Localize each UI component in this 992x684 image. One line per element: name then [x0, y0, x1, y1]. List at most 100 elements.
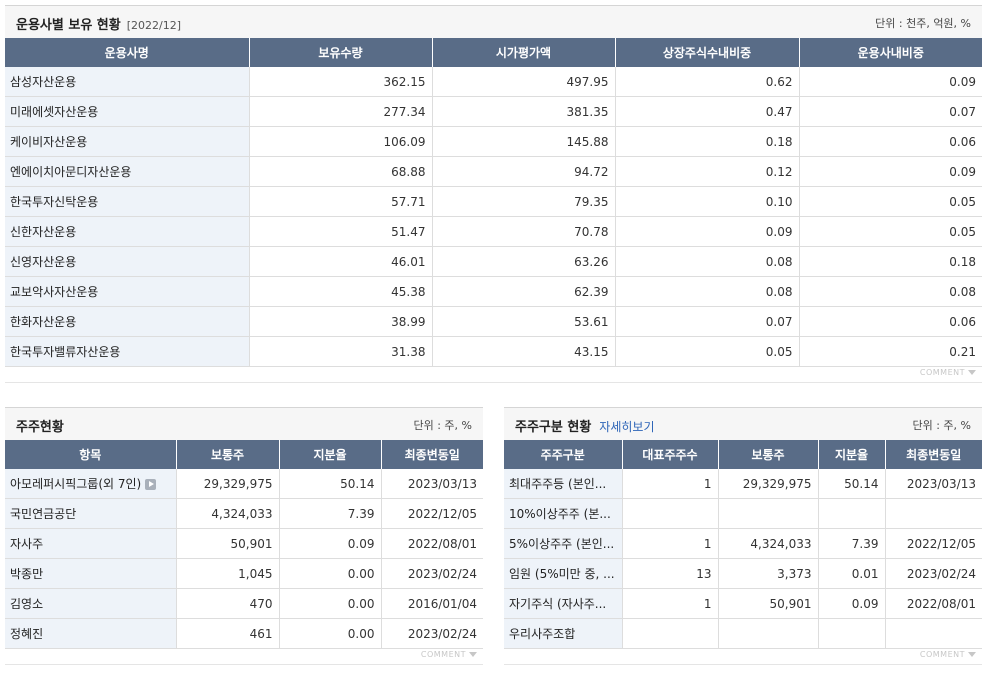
table-cell: 2022/12/05 — [885, 528, 982, 559]
comment-toggle[interactable]: COMMENT — [421, 650, 477, 659]
table-cell: 7.39 — [818, 528, 886, 559]
fund-holdings-title-text: 운용사별 보유 현황 — [16, 18, 121, 33]
column-header: 항목 — [5, 440, 177, 469]
table-cell: 0.05 — [615, 336, 800, 367]
fund-name: 케이비자산운용 — [5, 126, 250, 157]
column-header: 최종변동일 — [885, 440, 982, 469]
group-name: 임원 (5%미만 중, ... — [504, 558, 623, 589]
table-cell: 43.15 — [432, 336, 616, 367]
table-cell: 362.15 — [249, 67, 433, 97]
table-cell: 3,373 — [718, 558, 819, 589]
comment-toggle[interactable]: COMMENT — [920, 368, 976, 377]
table-cell: 94.72 — [432, 156, 616, 187]
table-cell — [718, 618, 819, 649]
table-cell: 0.10 — [615, 186, 800, 217]
table-row: 임원 (5%미만 중, ... 13 3,373 0.01 2023/02/24 — [504, 558, 982, 589]
column-header: 최종변동일 — [381, 440, 483, 469]
group-name: 자기주식 (자사주... — [504, 588, 623, 619]
table-header-row: 운용사명 보유수량 시가평가액 상장주식수내비중 운용사내비중 — [5, 38, 982, 67]
caret-down-icon — [968, 370, 976, 375]
shareholder-groups-unit: 단위 : 주, % — [912, 419, 971, 432]
comment-label: COMMENT — [919, 650, 965, 659]
fund-holdings-panel: 운용사별 보유 현황 [2022/12] 단위 : 천주, 억원, % 운용사명 … — [5, 5, 982, 383]
table-cell: 0.12 — [615, 156, 800, 187]
table-cell: 45.38 — [249, 276, 433, 307]
table-cell: 79.35 — [432, 186, 616, 217]
comment-toggle[interactable]: COMMENT — [920, 650, 976, 659]
table-cell: 0.07 — [799, 96, 982, 127]
table-cell: 1 — [622, 528, 719, 559]
table-row: 자사주 50,901 0.09 2022/08/01 — [5, 528, 483, 559]
fund-name: 삼성자산운용 — [5, 67, 250, 97]
table-row: 우리사주조합 — [504, 618, 982, 649]
table-cell: 0.18 — [615, 126, 800, 157]
comment-label: COMMENT — [919, 368, 965, 377]
table-cell: 68.88 — [249, 156, 433, 187]
expand-play-icon[interactable] — [145, 479, 157, 490]
table-row: 신영자산운용 46.01 63.26 0.08 0.18 — [5, 246, 982, 277]
shareholder-groups-footer: COMMENT — [504, 649, 982, 665]
fund-name: 교보악사자산운용 — [5, 276, 250, 307]
table-row: 삼성자산운용 362.15 497.95 0.62 0.09 — [5, 67, 982, 97]
table-row: 최대주주등 (본인... 1 29,329,975 50.14 2023/03/13 — [504, 469, 982, 499]
table-cell: 46.01 — [249, 246, 433, 277]
shareholder-name: 박종만 — [5, 558, 177, 589]
column-header: 보통주 — [176, 440, 280, 469]
table-cell: 0.09 — [799, 67, 982, 97]
column-header: 보유수량 — [249, 38, 433, 67]
table-cell: 63.26 — [432, 246, 616, 277]
group-name: 우리사주조합 — [504, 618, 623, 649]
table-cell: 0.08 — [799, 276, 982, 307]
view-details-link[interactable]: 자세히보기 — [599, 420, 654, 434]
table-cell — [885, 498, 982, 529]
table-cell — [885, 618, 982, 649]
table-cell: 470 — [176, 588, 280, 619]
table-cell: 50,901 — [718, 588, 819, 619]
table-row: 아모레퍼시픽그룹(외 7인) 29,329,975 50.14 2023/03/13 — [5, 469, 483, 499]
table-cell: 0.05 — [799, 186, 982, 217]
column-header: 대표주주수 — [622, 440, 719, 469]
table-cell: 0.06 — [799, 306, 982, 337]
column-header: 주주구분 — [504, 440, 623, 469]
shareholder-name: 정혜진 — [5, 618, 177, 649]
table-cell — [622, 618, 719, 649]
table-cell: 2022/08/01 — [381, 528, 483, 559]
table-cell: 0.05 — [799, 216, 982, 247]
table-cell: 0.07 — [615, 306, 800, 337]
table-row: 미래에셋자산운용 277.34 381.35 0.47 0.07 — [5, 96, 982, 127]
shareholder-name: 국민연금공단 — [5, 498, 177, 529]
table-cell: 1,045 — [176, 558, 280, 589]
shareholders-header: 주주현황 단위 : 주, % — [5, 407, 483, 440]
table-cell — [818, 498, 886, 529]
table-cell: 57.71 — [249, 186, 433, 217]
table-cell: 0.09 — [799, 156, 982, 187]
table-cell: 497.95 — [432, 67, 616, 97]
table-cell: 13 — [622, 558, 719, 589]
table-row: 김영소 470 0.00 2016/01/04 — [5, 588, 483, 619]
table-cell: 2023/03/13 — [381, 469, 483, 499]
table-row: 5%이상주주 (본인... 1 4,324,033 7.39 2022/12/05 — [504, 528, 982, 559]
table-row: 한국투자밸류자산운용 31.38 43.15 0.05 0.21 — [5, 336, 982, 367]
fund-name: 한화자산운용 — [5, 306, 250, 337]
table-cell: 461 — [176, 618, 280, 649]
table-cell: 2023/02/24 — [381, 618, 483, 649]
table-row: 케이비자산운용 106.09 145.88 0.18 0.06 — [5, 126, 982, 157]
table-header-row: 항목 보통주 지분율 최종변동일 — [5, 440, 483, 469]
fund-holdings-period: [2022/12] — [126, 19, 182, 32]
table-cell: 0.00 — [279, 588, 382, 619]
shareholders-table: 항목 보통주 지분율 최종변동일 아모레퍼시픽그룹(외 7인) 29,329,97… — [5, 440, 483, 649]
table-cell: 4,324,033 — [718, 528, 819, 559]
group-name: 최대주주등 (본인... — [504, 469, 623, 499]
table-cell: 0.47 — [615, 96, 800, 127]
fund-name: 신영자산운용 — [5, 246, 250, 277]
table-cell: 2023/02/24 — [381, 558, 483, 589]
table-row: 엔에이치아문디자산운용 68.88 94.72 0.12 0.09 — [5, 156, 982, 187]
group-name: 5%이상주주 (본인... — [504, 528, 623, 559]
table-cell: 50,901 — [176, 528, 280, 559]
shareholder-groups-title-text: 주주구분 현황 — [515, 420, 592, 435]
table-cell: 277.34 — [249, 96, 433, 127]
table-cell: 145.88 — [432, 126, 616, 157]
table-cell: 29,329,975 — [718, 469, 819, 499]
table-cell: 38.99 — [249, 306, 433, 337]
table-cell: 2023/03/13 — [885, 469, 982, 499]
